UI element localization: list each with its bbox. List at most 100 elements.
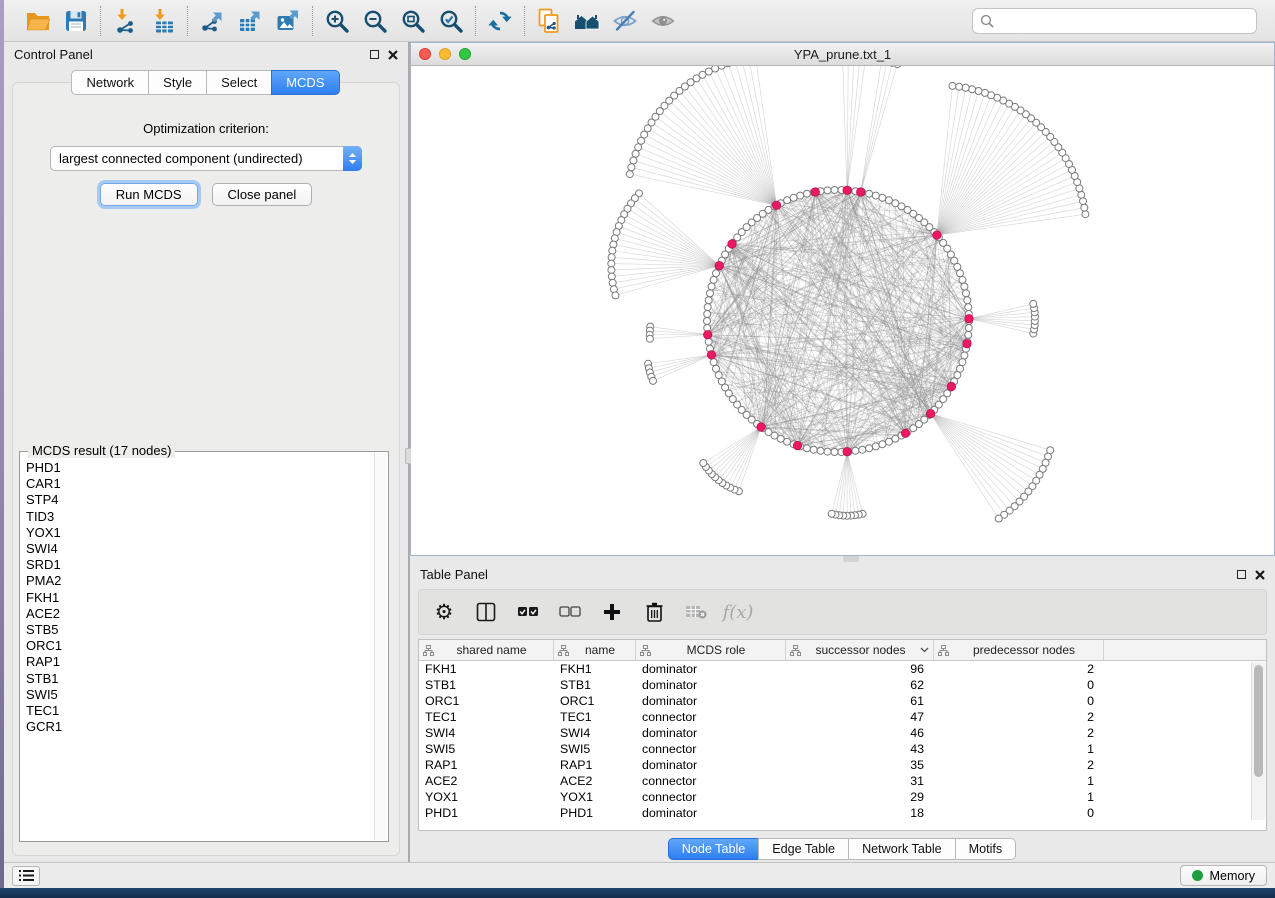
tab-network[interactable]: Network	[71, 70, 149, 95]
table-cell[interactable]: dominator	[636, 725, 786, 741]
vertical-splitter[interactable]	[408, 42, 410, 862]
export-table-icon[interactable]	[237, 8, 263, 34]
tab-motifs[interactable]: Motifs	[955, 838, 1017, 860]
table-cell[interactable]: PHD1	[554, 805, 636, 821]
mcds-result-item[interactable]: CAR1	[26, 476, 374, 492]
table-cell[interactable]: ORC1	[554, 693, 636, 709]
table-cell[interactable]: 1	[934, 789, 1104, 805]
table-cell[interactable]: 62	[786, 677, 934, 693]
table-cell[interactable]: 1	[934, 741, 1104, 757]
hide-selected-icon[interactable]	[612, 8, 638, 34]
table-row[interactable]: TEC1TEC1connector472	[419, 709, 1266, 725]
mcds-result-item[interactable]: RAP1	[26, 654, 374, 670]
tab-mcds[interactable]: MCDS	[271, 70, 339, 95]
float-panel-icon[interactable]	[370, 50, 379, 59]
table-cell[interactable]: 31	[786, 773, 934, 789]
table-row[interactable]: PHD1PHD1dominator180	[419, 805, 1266, 821]
mcds-result-scrollbar[interactable]	[374, 453, 387, 840]
table-cell[interactable]: PHD1	[419, 805, 554, 821]
table-cell[interactable]: 2	[934, 757, 1104, 773]
mcds-result-item[interactable]: YOX1	[26, 525, 374, 541]
show-hide-columns-icon[interactable]	[475, 601, 497, 623]
table-cell[interactable]: RAP1	[554, 757, 636, 773]
tab-select[interactable]: Select	[206, 70, 272, 95]
table-cell[interactable]: ORC1	[419, 693, 554, 709]
table-cell[interactable]: YOX1	[419, 789, 554, 805]
mcds-result-item[interactable]: STP4	[26, 492, 374, 508]
table-row[interactable]: STB1STB1dominator620	[419, 677, 1266, 693]
tab-network-table[interactable]: Network Table	[848, 838, 956, 860]
import-network-icon[interactable]	[112, 8, 138, 34]
mcds-result-item[interactable]: ACE2	[26, 606, 374, 622]
table-cell[interactable]: 47	[786, 709, 934, 725]
mcds-result-item[interactable]: TID3	[26, 509, 374, 525]
column-header-predecessor-nodes[interactable]: predecessor nodes	[934, 640, 1104, 660]
table-scrollbar[interactable]	[1251, 662, 1265, 820]
table-cell[interactable]: dominator	[636, 693, 786, 709]
table-row[interactable]: YOX1YOX1connector291	[419, 789, 1266, 805]
table-cell[interactable]: FKH1	[419, 661, 554, 677]
mcds-result-item[interactable]: PMA2	[26, 573, 374, 589]
memory-button[interactable]: Memory	[1180, 865, 1267, 886]
column-header-name[interactable]: name	[554, 640, 636, 660]
mcds-result-list[interactable]: PHD1CAR1STP4TID3YOX1SWI4SRD1PMA2FKH1ACE2…	[26, 460, 374, 839]
table-cell[interactable]: 96	[786, 661, 934, 677]
show-panels-button[interactable]	[12, 866, 40, 886]
tab-node-table[interactable]: Node Table	[668, 838, 760, 860]
table-row[interactable]: ACE2ACE2connector311	[419, 773, 1266, 789]
table-cell[interactable]: 2	[934, 725, 1104, 741]
table-cell[interactable]: STB1	[419, 677, 554, 693]
table-row[interactable]: SWI5SWI5connector431	[419, 741, 1266, 757]
mcds-result-item[interactable]: ORC1	[26, 638, 374, 654]
open-network-files-icon[interactable]	[536, 8, 562, 34]
table-cell[interactable]: SWI4	[419, 725, 554, 741]
table-cell[interactable]: FKH1	[554, 661, 636, 677]
mcds-result-item[interactable]: STB1	[26, 671, 374, 687]
zoom-in-icon[interactable]	[324, 8, 350, 34]
mcds-result-item[interactable]: SWI4	[26, 541, 374, 557]
run-mcds-button[interactable]: Run MCDS	[100, 183, 198, 206]
horizontal-splitter[interactable]	[410, 556, 1275, 562]
column-header-shared-name[interactable]: shared name	[419, 640, 554, 660]
table-cell[interactable]: 0	[934, 693, 1104, 709]
open-file-icon[interactable]	[25, 8, 51, 34]
table-cell[interactable]: RAP1	[419, 757, 554, 773]
delete-columns-icon[interactable]	[643, 601, 665, 623]
export-network-icon[interactable]	[199, 8, 225, 34]
first-neighbors-icon[interactable]	[574, 8, 600, 34]
table-cell[interactable]: 2	[934, 661, 1104, 677]
zoom-out-icon[interactable]	[362, 8, 388, 34]
table-body[interactable]: FKH1FKH1dominator962STB1STB1dominator620…	[419, 661, 1266, 830]
close-panel-icon[interactable]	[1255, 570, 1265, 580]
tab-style[interactable]: Style	[148, 70, 207, 95]
close-panel-button[interactable]: Close panel	[212, 183, 313, 206]
table-cell[interactable]: 46	[786, 725, 934, 741]
table-cell[interactable]: SWI4	[554, 725, 636, 741]
network-graph[interactable]	[411, 66, 1274, 554]
table-cell[interactable]: 29	[786, 789, 934, 805]
add-column-icon[interactable]	[601, 601, 623, 623]
mcds-result-item[interactable]: FKH1	[26, 590, 374, 606]
table-cell[interactable]: dominator	[636, 661, 786, 677]
table-cell[interactable]: 2	[934, 709, 1104, 725]
mcds-result-item[interactable]: SRD1	[26, 557, 374, 573]
import-table-icon[interactable]	[150, 8, 176, 34]
mcds-result-item[interactable]: TEC1	[26, 703, 374, 719]
zoom-selected-icon[interactable]	[438, 8, 464, 34]
table-row[interactable]: RAP1RAP1dominator352	[419, 757, 1266, 773]
mcds-result-item[interactable]: STB5	[26, 622, 374, 638]
refresh-view-icon[interactable]	[487, 8, 513, 34]
table-cell[interactable]: dominator	[636, 805, 786, 821]
table-cell[interactable]: YOX1	[554, 789, 636, 805]
table-row[interactable]: ORC1ORC1dominator610	[419, 693, 1266, 709]
mcds-result-item[interactable]: SWI5	[26, 687, 374, 703]
table-cell[interactable]: TEC1	[554, 709, 636, 725]
network-canvas[interactable]	[411, 66, 1274, 555]
scrollbar-thumb[interactable]	[1254, 665, 1263, 777]
table-cell[interactable]: TEC1	[419, 709, 554, 725]
table-cell[interactable]: dominator	[636, 677, 786, 693]
tab-edge-table[interactable]: Edge Table	[758, 838, 849, 860]
mcds-result-item[interactable]: PHD1	[26, 460, 374, 476]
table-cell[interactable]: connector	[636, 709, 786, 725]
table-cell[interactable]: 43	[786, 741, 934, 757]
